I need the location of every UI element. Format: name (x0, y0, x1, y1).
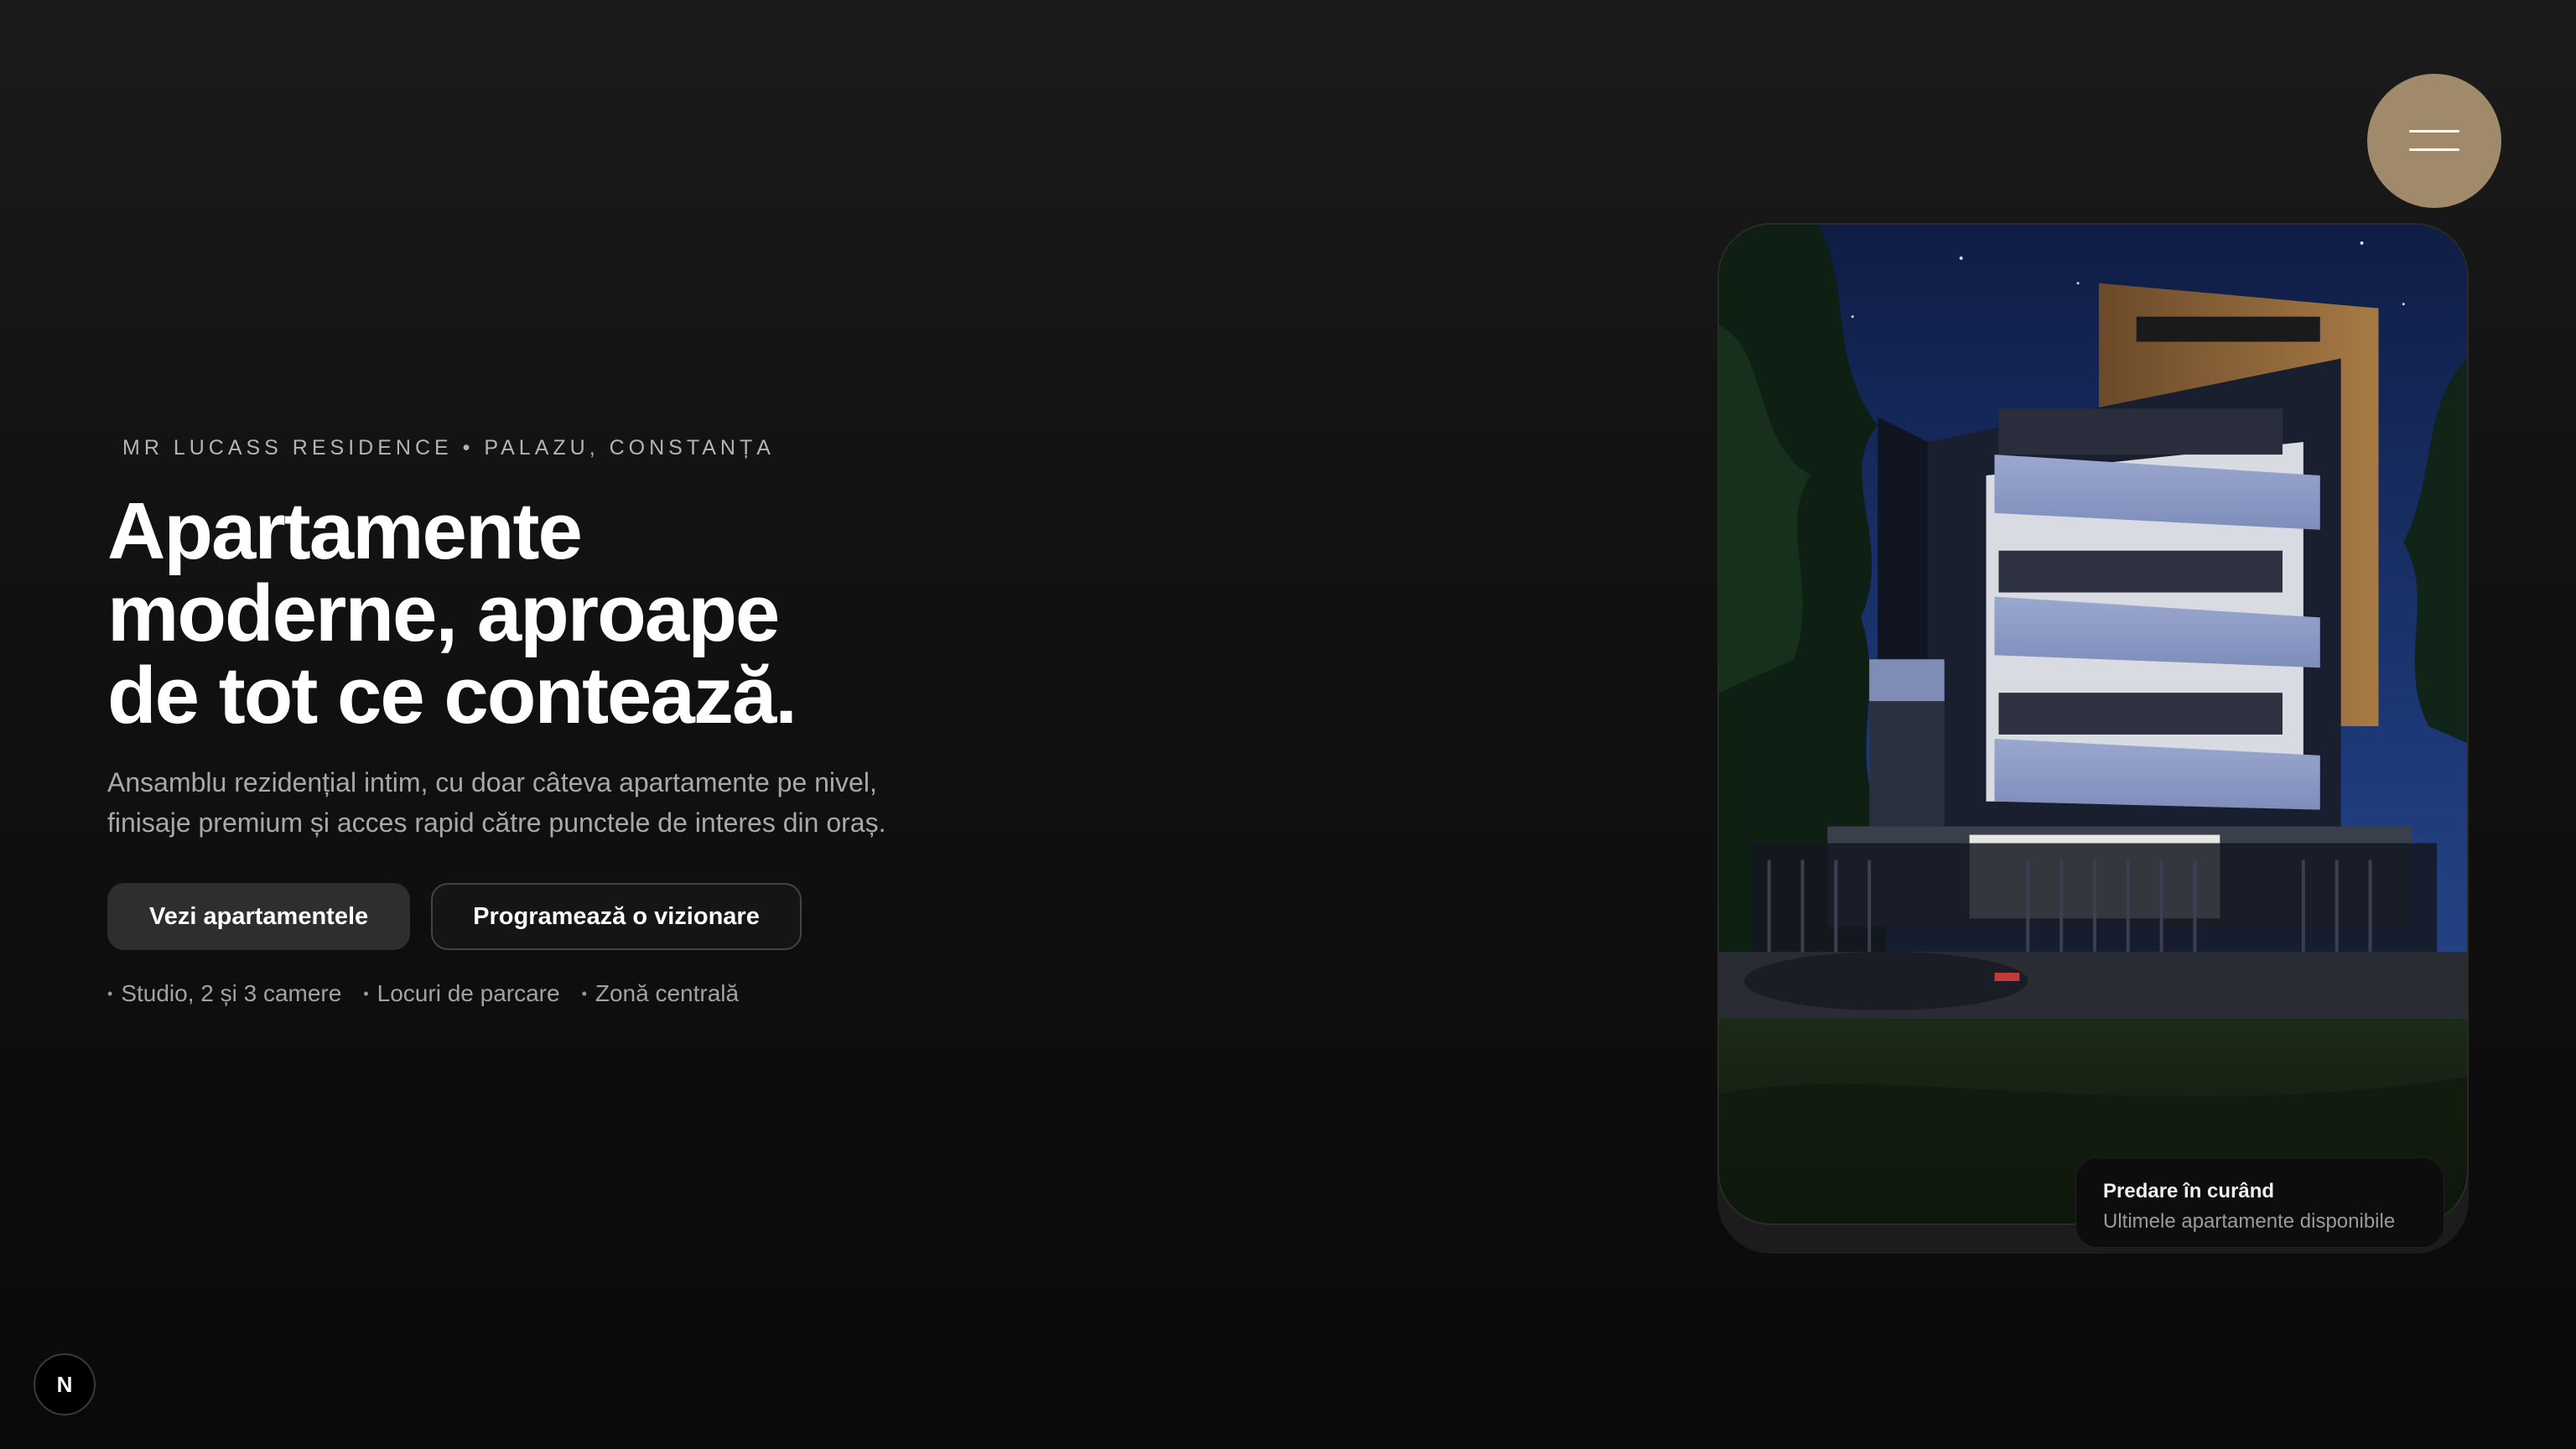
hero-subtitle: Ansamblu rezidențial intim, cu doar câte… (107, 762, 1030, 843)
schedule-viewing-button[interactable]: Programează o vizionare (431, 883, 802, 950)
hero-subtitle-line: Ansamblu rezidențial intim, cu doar câte… (107, 767, 877, 797)
feature-item: • Studio, 2 și 3 camere (107, 980, 341, 1007)
hero-subtitle-line: finisaje premium și acces rapid către pu… (107, 808, 886, 838)
dev-indicator-button[interactable]: N (34, 1353, 96, 1415)
feature-label: Studio, 2 și 3 camere (121, 980, 342, 1006)
hero-title-line: de tot ce contează. (107, 651, 797, 740)
hamburger-icon (2409, 130, 2459, 151)
status-subtitle: Ultimele apartamente disponibile (2103, 1210, 2396, 1233)
delivery-status-card: Predare în curând Ultimele apartamente d… (2075, 1157, 2444, 1248)
n-logo-icon: N (56, 1371, 73, 1397)
hero-title-line: Apartamente (107, 486, 583, 576)
hero-eyebrow: MR LUCASS RESIDENCE • PALAZU, CONSTANȚA (122, 436, 775, 460)
building-image-card (1717, 223, 2469, 1225)
feature-label: Zonă centrală (595, 980, 740, 1006)
feature-label: Locuri de parcare (377, 980, 560, 1006)
hero-title-line: moderne, aproape (107, 569, 780, 658)
menu-button[interactable] (2367, 74, 2501, 208)
view-apartments-button[interactable]: Vezi apartamentele (107, 883, 411, 950)
status-title: Predare în curând (2103, 1180, 2275, 1202)
hero-section: MR LUCASS RESIDENCE • PALAZU, CONSTANȚA … (107, 436, 1030, 1007)
feature-list: • Studio, 2 și 3 camere • Locuri de parc… (107, 980, 1030, 1007)
hero-title: Apartamente moderne, aproape de tot ce c… (107, 491, 1030, 737)
feature-item: • Locuri de parcare (363, 980, 559, 1007)
building-render-image (1719, 225, 2467, 1223)
feature-item: • Zonă centrală (582, 980, 740, 1007)
bullet-icon: • (363, 984, 369, 1002)
bullet-icon: • (107, 984, 113, 1002)
hero-actions: Vezi apartamentele Programează o viziona… (107, 883, 1030, 950)
bullet-icon: • (581, 984, 587, 1002)
